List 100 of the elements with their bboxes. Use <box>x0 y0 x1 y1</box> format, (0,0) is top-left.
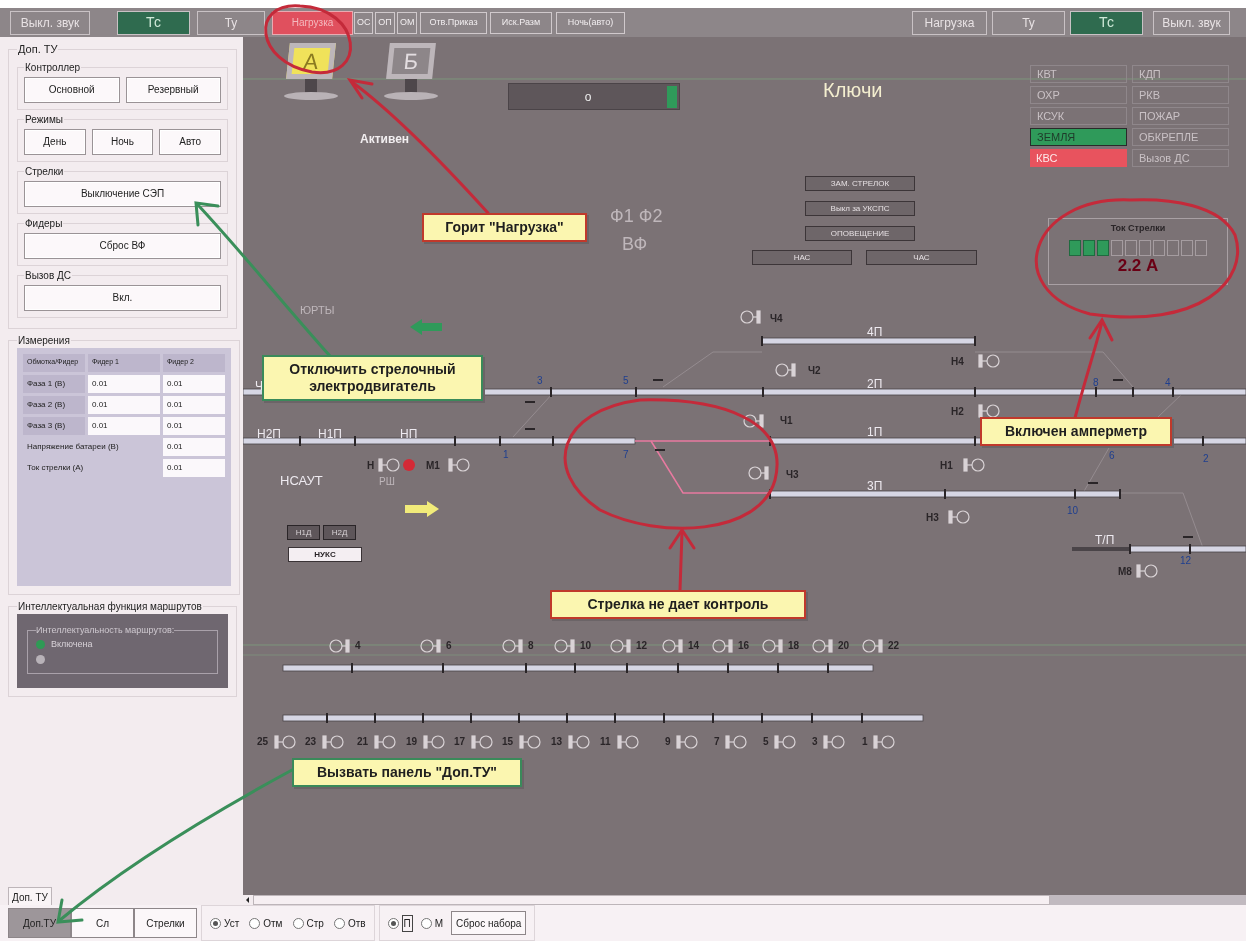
radio-button[interactable] <box>36 640 45 649</box>
signal-icon[interactable] <box>374 735 396 749</box>
panel-tab[interactable]: Доп. ТУ <box>8 887 52 905</box>
signal-icon[interactable] <box>568 735 590 749</box>
signal-icon[interactable] <box>812 639 834 653</box>
command-button[interactable]: НАС <box>752 250 852 265</box>
toolbar-button[interactable]: Ту <box>197 10 265 35</box>
toolbar-button[interactable]: Выкл. звук <box>10 10 90 35</box>
toolbar-button[interactable]: ОС <box>354 11 373 34</box>
signal-icon[interactable] <box>378 458 416 472</box>
track-bar[interactable] <box>282 662 874 674</box>
signal-icon[interactable] <box>775 363 797 377</box>
radio-button[interactable] <box>210 917 221 929</box>
scrollbar-thumb[interactable] <box>253 895 1050 905</box>
panel-button[interactable]: Выключение СЭП <box>24 180 221 207</box>
toolbar-button[interactable]: Ту <box>992 10 1065 35</box>
signal-icon[interactable] <box>471 735 493 749</box>
key-indicator[interactable]: ПОЖАР <box>1132 107 1229 125</box>
radio-button[interactable] <box>292 917 304 929</box>
toolbar-button[interactable]: Тс <box>1070 10 1143 35</box>
signal-icon[interactable] <box>862 639 884 653</box>
toolbar-button[interactable]: ОП <box>375 11 395 34</box>
signal-icon[interactable] <box>948 510 970 524</box>
command-button[interactable]: ОПОВЕЩЕНИЕ <box>805 226 915 241</box>
signal-icon[interactable] <box>963 458 985 472</box>
signal-icon[interactable] <box>712 639 734 653</box>
signal-icon[interactable] <box>748 466 770 480</box>
toolbar-button[interactable]: Тс <box>117 10 190 35</box>
signal-icon[interactable] <box>502 639 524 653</box>
key-indicator[interactable]: ОХР <box>1030 86 1127 104</box>
key-indicator[interactable]: ЗЕМЛЯ <box>1030 128 1127 146</box>
panel-switch-button[interactable]: Стрелки <box>134 908 197 938</box>
toolbar-button[interactable]: Иск.Разм <box>490 11 552 34</box>
panel-button[interactable]: Ночь <box>91 128 154 155</box>
toolbar-button[interactable]: Нагрузка <box>272 10 353 35</box>
toolbar-button[interactable]: Выкл. звук <box>1153 10 1230 35</box>
signal-icon[interactable] <box>743 414 765 428</box>
key-indicator[interactable]: КВТ <box>1030 65 1127 83</box>
key-indicator[interactable]: КВС <box>1030 149 1127 167</box>
command-button[interactable]: НУКС <box>288 547 362 562</box>
radio-button[interactable] <box>249 917 261 929</box>
command-button[interactable]: ЗАМ. СТРЕЛОК <box>805 176 915 191</box>
horizontal-scrollbar[interactable] <box>243 895 1246 905</box>
radio-label: П <box>401 914 413 932</box>
signal-icon[interactable] <box>662 639 684 653</box>
panel-button[interactable]: Резервный <box>125 76 221 103</box>
signal-icon[interactable] <box>519 735 541 749</box>
track-bar[interactable] <box>769 488 1121 500</box>
panel-switch-button[interactable]: Сл <box>71 908 134 938</box>
signal-icon[interactable] <box>610 639 632 653</box>
track-bar[interactable] <box>761 335 976 347</box>
key-indicator[interactable]: КДП <box>1132 65 1229 83</box>
signal-icon[interactable] <box>774 735 796 749</box>
panel-button[interactable]: Авто <box>159 128 221 155</box>
radio-button[interactable] <box>387 917 399 929</box>
radio-button[interactable] <box>36 655 45 664</box>
signal-icon[interactable] <box>322 735 344 749</box>
radio-button[interactable] <box>333 917 345 929</box>
signal-icon[interactable] <box>420 639 442 653</box>
signal-icon[interactable] <box>676 735 698 749</box>
signal-icon[interactable] <box>978 354 1000 368</box>
signal-icon[interactable] <box>1136 564 1158 578</box>
signal-icon[interactable] <box>725 735 747 749</box>
signal-icon[interactable] <box>448 458 470 472</box>
panel-button[interactable]: День <box>24 128 86 155</box>
key-indicator[interactable]: Вызов ДС <box>1132 149 1229 167</box>
radio-button[interactable] <box>420 917 432 929</box>
reset-button[interactable]: Сброс набора <box>451 911 527 935</box>
panel-button[interactable]: Основной <box>24 76 120 103</box>
monitor-screen[interactable]: А <box>286 43 336 79</box>
signal-icon[interactable] <box>978 404 1000 418</box>
signal-icon[interactable] <box>274 735 296 749</box>
command-button[interactable]: Н1Д <box>287 525 320 540</box>
monitor-screen[interactable]: Б <box>386 43 436 79</box>
track-bar[interactable] <box>282 712 924 724</box>
command-button[interactable]: Выкл за УКСПС <box>805 201 915 216</box>
panel-button[interactable]: Сброс ВФ <box>24 232 221 259</box>
command-button[interactable]: ЧАС <box>866 250 977 265</box>
panel-button[interactable]: Вкл. <box>24 284 221 311</box>
key-indicator[interactable]: КСУК <box>1030 107 1127 125</box>
command-button[interactable]: Н2Д <box>323 525 356 540</box>
signal-icon[interactable] <box>554 639 576 653</box>
toolbar-button[interactable]: Нагрузка <box>912 10 987 35</box>
panel-switch-button[interactable]: Доп.ТУ <box>8 908 71 938</box>
track-bar[interactable] <box>1129 543 1246 555</box>
toolbar-button[interactable]: ОМ <box>397 11 417 34</box>
toolbar-button[interactable]: Ночь(авто) <box>556 11 625 34</box>
signal-label: Н <box>367 459 375 473</box>
toolbar-button[interactable]: Отв.Приказ <box>420 11 487 34</box>
signal-icon[interactable] <box>740 310 762 324</box>
signal-icon[interactable] <box>617 735 639 749</box>
signal-icon[interactable] <box>423 735 445 749</box>
track-label: 1П <box>867 424 883 441</box>
signal-icon[interactable] <box>762 639 784 653</box>
signal-icon[interactable] <box>873 735 895 749</box>
signal-icon[interactable] <box>329 639 351 653</box>
key-indicator[interactable]: ОБКРЕПЛЕ <box>1132 128 1229 146</box>
signal-icon[interactable] <box>823 735 845 749</box>
scroll-left-icon[interactable] <box>243 895 253 905</box>
key-indicator[interactable]: РКВ <box>1132 86 1229 104</box>
